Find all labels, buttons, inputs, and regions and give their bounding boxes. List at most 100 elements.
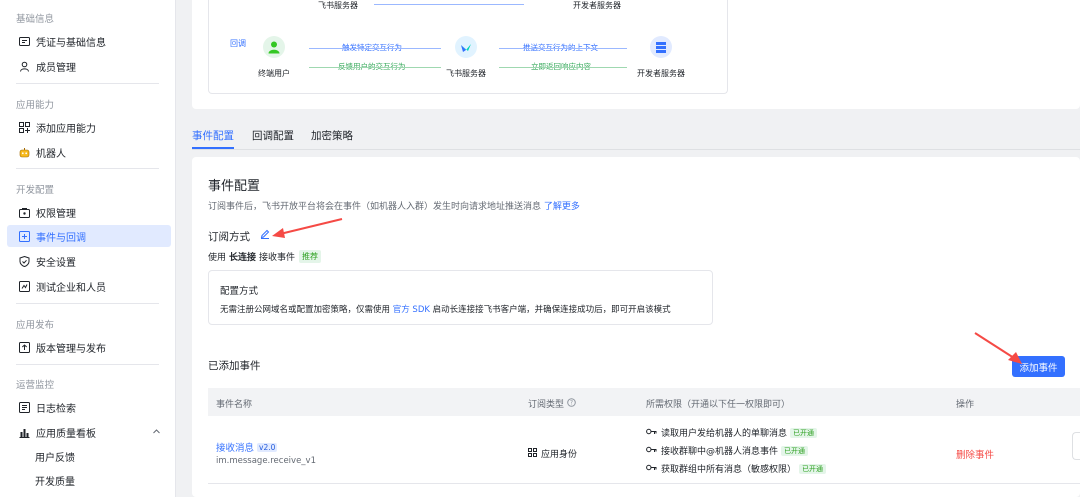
robot-icon: [18, 146, 30, 158]
event-icon: [18, 230, 30, 242]
official-sdk-link[interactable]: 官方 SDK: [393, 305, 430, 315]
sidebar-item-label: 凭证与基础信息: [36, 37, 106, 49]
diagram-arrow-right-1: [309, 48, 441, 49]
shield-icon: [18, 255, 30, 267]
config-method-desc: 无需注册公网域名或配置加密策略，仅需使用 官方 SDK 启动长连接接飞书客户端，…: [220, 303, 671, 315]
overview-card: 飞书服务器 开发者服务器 回调 终端用户 触发特定交互行为 反馈用户的交互行为 …: [192, 0, 1080, 109]
diagram-feishu-server-label: 飞书服务器: [446, 69, 486, 78]
sidebar-item-user-feedback[interactable]: 用户反馈: [7, 445, 171, 467]
diagram-callback-tag: 回调: [230, 39, 246, 48]
member-icon: [18, 60, 30, 72]
grid-icon: [528, 447, 537, 460]
diagram-top-server-label: 飞书服务器: [318, 1, 358, 10]
permission-item: 读取用户发给机器人的单聊消息 已开通: [646, 426, 818, 439]
subscription-mode: 使用 长连接 接收事件 推荐: [208, 250, 322, 263]
use-suffix: 接收事件: [259, 253, 296, 263]
add-capability-icon: [18, 121, 30, 133]
permission-label: 接收群聊中@机器人消息事件: [661, 447, 779, 457]
tab-encryption[interactable]: 加密策略: [311, 128, 353, 143]
diagram-dev-server-label: 开发者服务器: [637, 69, 685, 78]
permission-label: 读取用户发给机器人的单聊消息: [661, 429, 788, 439]
log-icon: [18, 401, 30, 413]
permission-status-badge: 已开通: [790, 427, 818, 438]
sidebar-section-capability: 应用能力: [16, 100, 55, 111]
sidebar-item-credentials[interactable]: 凭证与基础信息: [7, 30, 171, 52]
sidebar-item-label: 权限管理: [36, 208, 76, 220]
diagram-arrow-right-2: [499, 48, 627, 49]
sidebar-item-label: 添加应用能力: [36, 123, 96, 135]
sidebar-item-security[interactable]: 安全设置: [7, 250, 171, 272]
col-permissions: 所需权限（开通以下任一权限即可）: [646, 400, 791, 410]
credential-icon: [18, 35, 30, 47]
divider: [16, 168, 159, 169]
feishu-logo-icon: [455, 36, 477, 58]
table-row: 接收消息 v2.0 im.message.receive_v1 应用身份 读取用…: [208, 416, 1080, 484]
key-icon: [646, 428, 657, 438]
sidebar-item-permissions[interactable]: 权限管理: [7, 201, 171, 223]
use-prefix: 使用: [208, 253, 227, 263]
section-description: 订阅事件后，飞书开放平台将会在事件（如机器人入群）发生时向请求地址推送消息 了解…: [208, 199, 580, 212]
permission-item: 获取群组中所有消息（敏感权限） 已开通: [646, 462, 827, 475]
permission-icon: [18, 206, 30, 218]
tab-callback-config[interactable]: 回调配置: [252, 128, 294, 143]
permission-status-badge: 已开通: [799, 463, 827, 474]
added-events-title: 已添加事件: [208, 360, 261, 372]
sidebar-item-label: 测试企业和人员: [36, 282, 106, 294]
sidebar-item-test[interactable]: 测试企业和人员: [7, 275, 171, 297]
test-icon: [18, 280, 30, 292]
server-icon: [650, 36, 672, 58]
divider: [16, 303, 159, 304]
recommended-badge: 推荐: [299, 250, 322, 263]
sidebar-item-events[interactable]: 事件与回调: [7, 225, 171, 247]
tab-event-config[interactable]: 事件配置: [192, 128, 234, 143]
use-mode: 长连接: [229, 253, 257, 263]
sidebar-item-version[interactable]: 版本管理与发布: [7, 336, 171, 358]
col-event-name: 事件名称: [216, 400, 253, 410]
sidebar-section-publish: 应用发布: [16, 320, 55, 331]
event-name-text: 接收消息: [216, 443, 255, 454]
tab-bar: 事件配置 回调配置 加密策略: [192, 120, 1080, 150]
floating-handle[interactable]: [1072, 432, 1080, 460]
sidebar-item-label: 应用质量看板: [36, 428, 96, 440]
subscription-method-label: 订阅方式: [208, 231, 250, 243]
annotation-arrow-icon: [272, 218, 343, 238]
key-icon: [646, 464, 657, 474]
sidebar-item-quality-board[interactable]: 应用质量看板: [7, 421, 171, 443]
permission-label: 获取群组中所有消息（敏感权限）: [661, 465, 797, 475]
help-icon[interactable]: ?: [567, 397, 576, 410]
subscription-type: 应用身份: [528, 447, 577, 460]
diagram-arrow-left-1: [309, 67, 441, 68]
event-key: im.message.receive_v1: [216, 456, 316, 466]
description-text: 订阅事件后，飞书开放平台将会在事件（如机器人入群）发生时向请求地址推送消息: [208, 202, 542, 212]
user-icon: [263, 36, 285, 58]
config-method-box: 配置方式 无需注册公网域名或配置加密策略，仅需使用 官方 SDK 启动长连接接飞…: [208, 270, 713, 325]
sidebar-section-basic: 基础信息: [16, 14, 55, 25]
version-badge: v2.0: [257, 442, 278, 452]
sidebar-item-add-capability[interactable]: 添加应用能力: [7, 116, 171, 138]
diagram-arrow-left-2: [499, 67, 627, 68]
diagram-top-dev-label: 开发者服务器: [573, 1, 621, 10]
active-tab-indicator: [192, 147, 234, 149]
event-name[interactable]: 接收消息 v2.0: [216, 440, 278, 454]
sidebar-item-dev-quality[interactable]: 开发质量: [7, 469, 171, 491]
sidebar-item-label: 版本管理与发布: [36, 343, 106, 355]
delete-event-link[interactable]: 删除事件: [956, 447, 994, 461]
config-method-title: 配置方式: [220, 286, 259, 297]
sidebar-item-members[interactable]: 成员管理: [7, 55, 171, 77]
event-config-panel: 事件配置 订阅事件后，飞书开放平台将会在事件（如机器人入群）发生时向请求地址推送…: [192, 157, 1080, 497]
sidebar-item-label: 用户反馈: [35, 452, 75, 464]
subscription-type-text: 应用身份: [541, 450, 578, 460]
chevron-up-icon[interactable]: [152, 427, 161, 439]
main-content: 飞书服务器 开发者服务器 回调 终端用户 触发特定交互行为 反馈用户的交互行为 …: [192, 0, 1080, 497]
sidebar-item-logs[interactable]: 日志检索: [7, 396, 171, 418]
version-icon: [18, 341, 30, 353]
sidebar-item-label: 开发质量: [35, 476, 75, 488]
svg-text:?: ?: [570, 399, 573, 406]
sidebar-section-dev: 开发配置: [16, 185, 55, 196]
sidebar: 基础信息 凭证与基础信息 成员管理 应用能力 添加应用能力 机器人 开发配置 权…: [0, 0, 176, 497]
divider: [16, 364, 159, 365]
sidebar-item-label: 成员管理: [36, 62, 76, 74]
sidebar-item-label: 事件与回调: [36, 232, 86, 244]
sidebar-item-robot[interactable]: 机器人: [7, 141, 171, 163]
learn-more-link[interactable]: 了解更多: [544, 202, 580, 212]
